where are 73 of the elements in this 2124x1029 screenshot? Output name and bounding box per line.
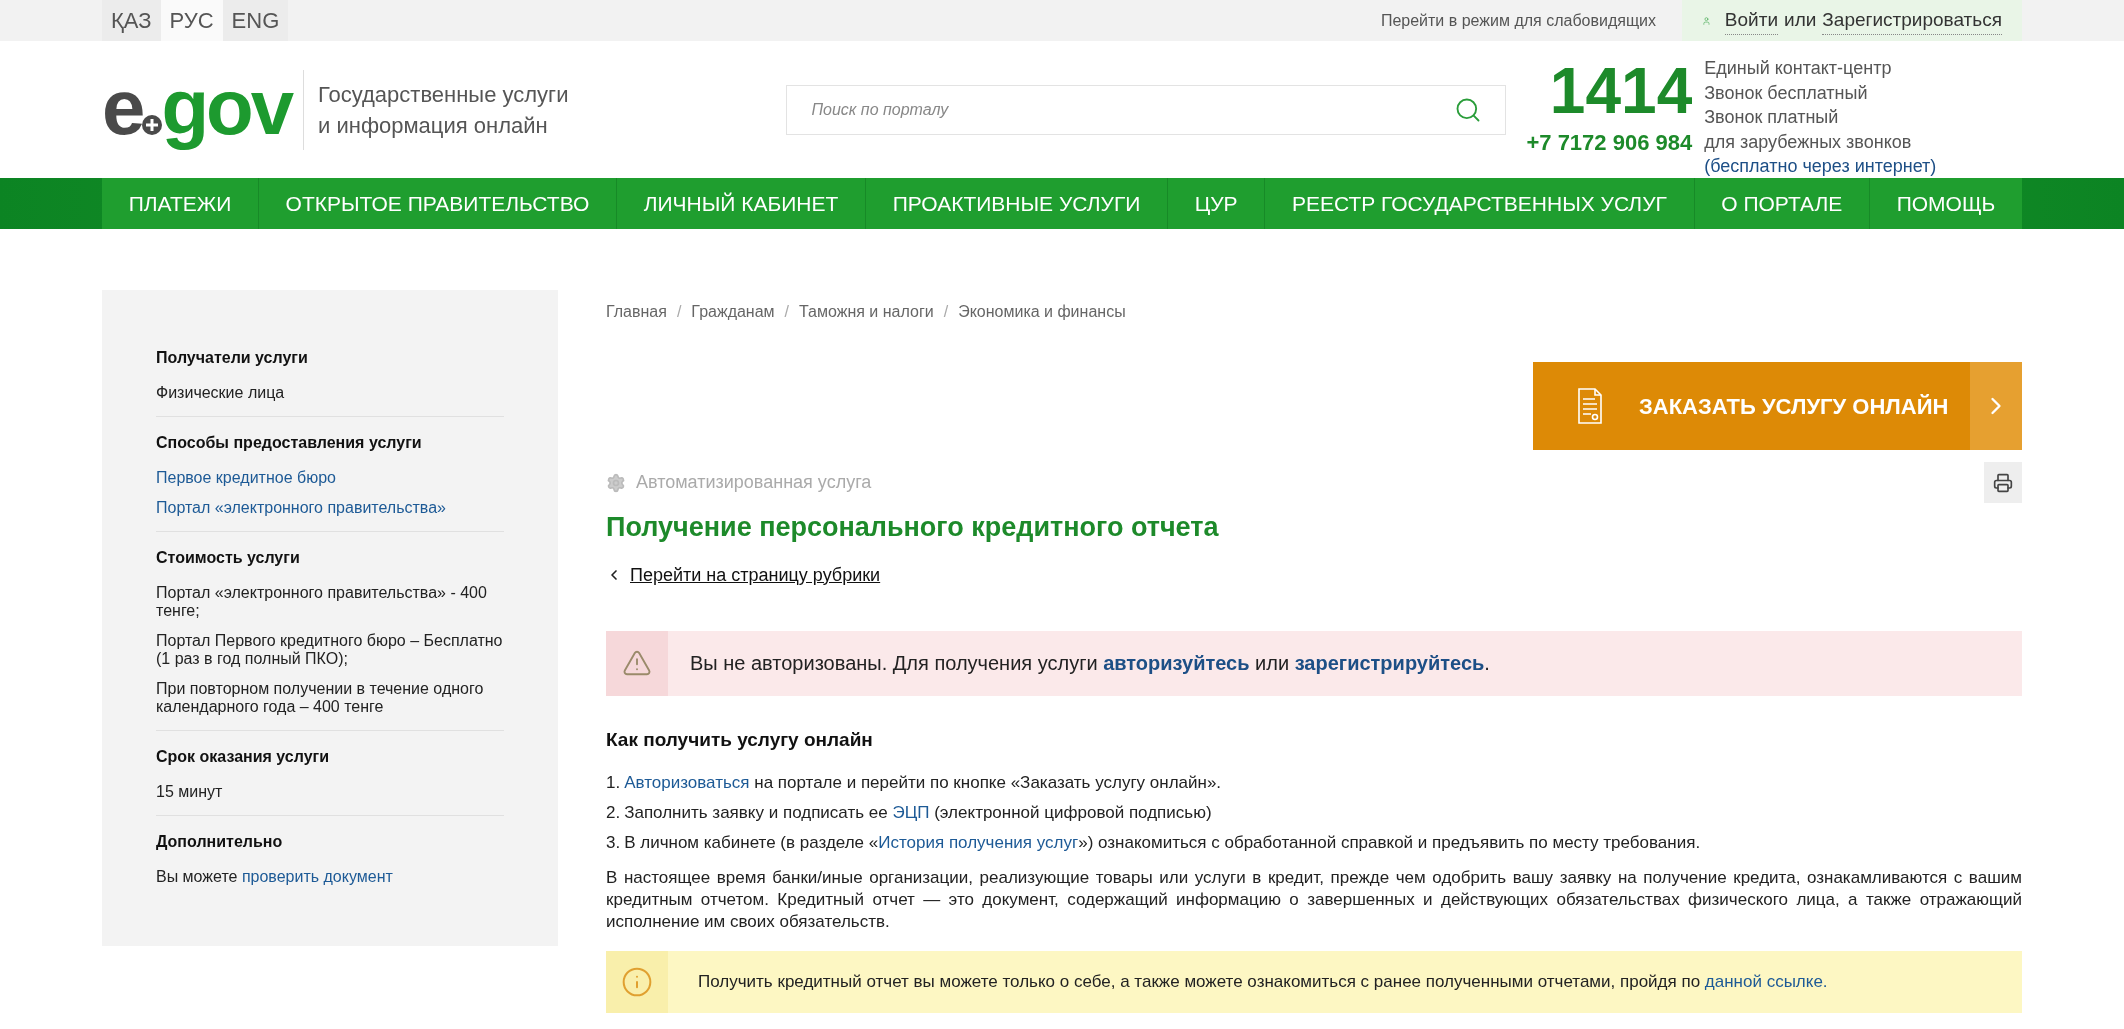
egov-logo[interactable]: e gov	[102, 67, 292, 152]
or-label: или	[1784, 8, 1817, 33]
nav-item[interactable]: РЕЕСТР ГОСУДАРСТВЕННЫХ УСЛУГ	[1265, 178, 1695, 229]
section-title: Получатели услуги	[156, 348, 309, 368]
link[interactable]: зарегистрируйтесь	[1294, 652, 1485, 674]
nav-item[interactable]: О ПОРТАЛЕ	[1694, 178, 1870, 229]
step-text: Авторизоваться на портале и перейти по кнопке «Заказать услугу онлайн».	[624, 772, 1222, 793]
section-heading: Как получить услугу онлайн	[606, 727, 874, 752]
step-number: 3.	[606, 832, 621, 853]
breadcrumb-link[interactable]: Таможня и налоги	[799, 300, 934, 324]
nav-item[interactable]: ОТКРЫТОЕ ПРАВИТЕЛЬСТВО	[258, 178, 617, 229]
section-text: Физические лица	[156, 384, 286, 402]
gear-icon	[606, 472, 626, 493]
page-title: Получение персонального кредитного отчета	[606, 511, 1220, 544]
tagline-line: и информация онлайн	[318, 111, 549, 140]
print-button[interactable]	[1984, 462, 2022, 503]
breadcrumb-link[interactable]: Гражданам	[691, 300, 775, 324]
link[interactable]: авторизуйтесь	[1103, 652, 1250, 674]
section-title: Способы предоставления услуги	[156, 433, 423, 453]
accessibility-link[interactable]: Перейти в режим для слабовидящих	[1380, 8, 1656, 33]
plus-circle-icon	[141, 113, 164, 136]
nav-item[interactable]: ПОМОЩЬ	[1869, 178, 2023, 229]
nav-item[interactable]: ЛИЧНЫЙ КАБИНЕТ	[617, 178, 866, 229]
step-number: 2.	[606, 802, 621, 823]
nav-item[interactable]: ЦУР	[1168, 178, 1266, 229]
document-icon	[1577, 387, 1603, 425]
service-type: Автоматизированная услуга	[636, 471, 872, 494]
link[interactable]: проверить документ	[241, 868, 393, 885]
section-title: Стоимость услуги	[156, 548, 301, 568]
nav-item[interactable]: ПРОАКТИВНЫЕ УСЛУГИ	[866, 178, 1169, 229]
section-text: 15 минут	[156, 783, 224, 801]
contact-line: для зарубежных звонков	[1704, 130, 1913, 154]
contact-line: Звонок платный	[1704, 106, 1840, 130]
info-icon	[621, 966, 653, 998]
contact-line: Единый контакт-центр	[1704, 57, 1893, 81]
warning-icon	[622, 648, 652, 678]
link[interactable]: Авторизоваться	[624, 773, 750, 792]
breadcrumb-link[interactable]: Главная	[606, 300, 667, 324]
sign-in-link[interactable]: Войти	[1724, 5, 1778, 36]
print-icon	[1993, 472, 2013, 493]
breadcrumb-separator: /	[676, 302, 682, 322]
language-tab[interactable]: ҚАЗ	[102, 0, 161, 41]
language-tab[interactable]: РУС	[160, 0, 223, 41]
contact-line: Звонок бесплатный	[1704, 81, 1869, 105]
register-link[interactable]: Зарегистрироваться	[1822, 5, 2002, 36]
link[interactable]: История получения услуг	[878, 833, 1079, 852]
link[interactable]: данной ссылке.	[1704, 972, 1828, 992]
section-text: Вы можете проверить документ	[156, 868, 394, 886]
back-link[interactable]: Перейти на страницу рубрики	[630, 561, 881, 589]
section-title: Срок оказания услуги	[156, 747, 331, 767]
section-title: Дополнительно	[156, 832, 284, 852]
breadcrumb-separator: /	[943, 302, 949, 322]
breadcrumb-link[interactable]: Экономика и финансы	[958, 300, 1126, 324]
link[interactable]: Первое кредитное бюро	[156, 469, 336, 486]
info-text: Получить кредитный отчет вы можете только о себе, а также можете ознакомиться с ранее полученными отчетами, пройдя по данной ссылке.	[698, 971, 1828, 994]
description-text: В настоящее время банки/иные организации, реализующие товары или услуги в кредит, прежде чем одобрить вашу заявку на получение кредита, ознакамливаются с вашим кредитным отчетом. Кредитный отчет — это документ, содержащий информацию о завершенных и действующих обязательствах физического лица, а также отражающий исполнение им своих обязательств.	[606, 867, 2022, 933]
phone-short: 1414	[1549, 60, 1693, 122]
breadcrumb-separator: /	[784, 302, 790, 322]
search-field[interactable]: Поиск по порталу	[786, 84, 1507, 135]
alert-text: Вы не авторизованы. Для получения услуги авторизуйтесь или зарегистрируйтесь.	[690, 651, 1490, 676]
step-text: Заполнить заявку и подписать ее ЭЦП (электронной цифровой подписью)	[624, 802, 1212, 823]
section-text: При повторном получении в течение одного календарного года – 400 тенге	[156, 680, 485, 716]
language-tab[interactable]: ENG	[222, 0, 289, 41]
contact-link[interactable]: (бесплатно через интернет)	[1704, 154, 1937, 179]
section-text: Портал «электронного правительства» - 400 тенге;	[156, 584, 488, 620]
step-number: 1.	[606, 772, 621, 793]
nav-item[interactable]: ПЛАТЕЖИ	[102, 178, 259, 229]
link[interactable]: Портал «электронного правительства»	[156, 499, 446, 516]
tagline-line: Государственные услуги	[318, 80, 569, 109]
section-text: Портал Первого кредитного бюро – Бесплатно (1 раз в год полный ПКО);	[156, 632, 504, 668]
link[interactable]: ЭЦП	[892, 803, 930, 822]
phone-long: +7 7172 906 984	[1526, 129, 1693, 157]
step-text: В личном кабинете (в разделе «История получения услуг») ознакомиться с обработанной справкой и предъявить по месту требования.	[624, 832, 1701, 853]
